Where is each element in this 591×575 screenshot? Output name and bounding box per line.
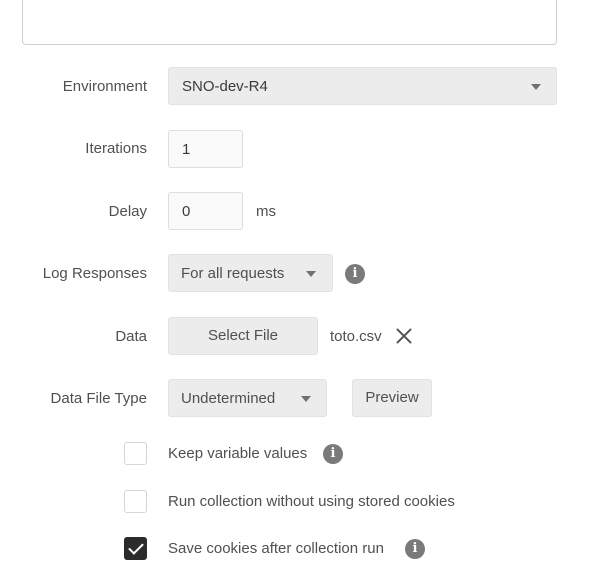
run-without-cookies-label: Run collection without using stored cook… (168, 493, 455, 510)
info-icon[interactable]: i (323, 444, 343, 464)
delay-input[interactable]: 0 (168, 192, 243, 230)
data-file-name: toto.csv (330, 328, 382, 345)
keep-variable-values-checkbox[interactable] (124, 442, 147, 465)
data-file-type-label: Data File Type (50, 390, 147, 407)
chevron-down-icon (301, 396, 311, 402)
iterations-value: 1 (182, 141, 191, 158)
iterations-label: Iterations (85, 140, 147, 157)
description-textarea[interactable] (22, 0, 557, 45)
log-responses-label: Log Responses (42, 265, 147, 282)
data-file-type-select[interactable]: Undetermined (168, 379, 327, 417)
info-icon[interactable]: i (345, 264, 365, 284)
environment-value: SNO-dev-R4 (182, 78, 268, 95)
environment-label: Environment (62, 78, 147, 95)
select-file-button[interactable]: Select File (168, 317, 318, 355)
log-responses-value: For all requests (181, 265, 285, 282)
chevron-down-icon (531, 84, 541, 90)
delay-value: 0 (182, 203, 191, 220)
close-icon[interactable] (394, 326, 414, 346)
save-cookies-label: Save cookies after collection run (168, 540, 384, 557)
info-icon[interactable]: i (405, 539, 425, 559)
delay-label: Delay (108, 203, 147, 220)
environment-select[interactable]: SNO-dev-R4 (168, 67, 557, 105)
data-label: Data (115, 328, 147, 345)
preview-button[interactable]: Preview (352, 379, 432, 417)
chevron-down-icon (306, 271, 316, 277)
data-file-type-value: Undetermined (181, 390, 276, 407)
keep-variable-values-label: Keep variable values (168, 445, 308, 462)
iterations-input[interactable]: 1 (168, 130, 243, 168)
save-cookies-checkbox[interactable] (124, 537, 147, 560)
run-without-cookies-checkbox[interactable] (124, 490, 147, 513)
log-responses-select[interactable]: For all requests (168, 254, 333, 292)
delay-unit: ms (256, 203, 276, 220)
